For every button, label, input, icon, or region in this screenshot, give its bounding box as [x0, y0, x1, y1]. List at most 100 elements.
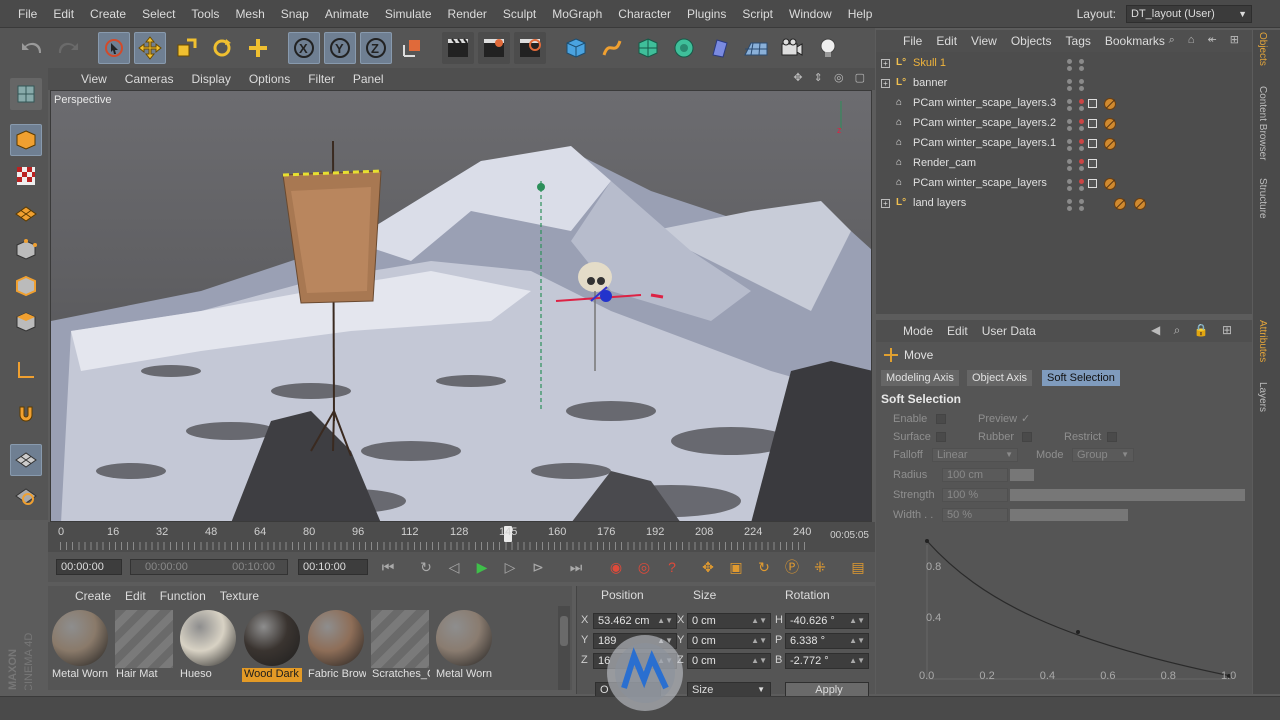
floor-scene-icon[interactable] — [740, 32, 772, 64]
perspective-viewport[interactable]: z Perspective — [50, 90, 872, 522]
viewport-menu-view[interactable]: View — [72, 72, 116, 86]
radius-slider[interactable] — [1010, 469, 1034, 481]
attribute-nav-icons[interactable]: ◀ ⌕ 🔒 ⊞ — [1144, 323, 1244, 338]
move-tool-icon[interactable] — [134, 32, 166, 64]
material-swatch[interactable]: Metal Worn — [434, 608, 494, 684]
rubber-checkbox[interactable] — [1022, 432, 1032, 442]
render-visibility-dot[interactable] — [1079, 146, 1084, 151]
editor-visibility-dot[interactable] — [1067, 59, 1072, 64]
expand-toggle-icon[interactable]: + — [881, 59, 890, 68]
axis-mode-icon[interactable] — [10, 354, 42, 386]
object-menu-objects[interactable]: Objects — [1004, 34, 1059, 48]
expand-toggle-icon[interactable]: + — [881, 79, 890, 88]
preview-checkmark[interactable]: ✓ — [1021, 412, 1030, 425]
editor-visibility-dot[interactable] — [1067, 119, 1072, 124]
workplane-icon[interactable] — [10, 198, 42, 230]
make-editable-icon[interactable] — [10, 78, 42, 110]
texture-tag-icon[interactable] — [1104, 118, 1116, 130]
menu-window[interactable]: Window — [781, 7, 840, 21]
go-to-end-icon[interactable]: ⏭ — [564, 555, 588, 579]
render-visibility-dot[interactable] — [1079, 106, 1084, 111]
viewport-nav-icons[interactable]: ✥ ⇕ ◎ ▢ — [793, 71, 869, 84]
spinner-icon[interactable]: ▲▼ — [849, 634, 865, 648]
width-slider[interactable] — [1010, 509, 1128, 521]
radius-field[interactable]: 100 cm — [942, 468, 1008, 482]
live-selection-icon[interactable] — [98, 32, 130, 64]
redo-icon[interactable] — [52, 32, 84, 64]
rotation-h-field[interactable]: -40.626 ° ▲▼ — [785, 613, 869, 629]
menu-select[interactable]: Select — [134, 7, 183, 21]
timeline-ruler[interactable]: 00:05:05 0 16 32 48 64 80 96 112 128 145 160 176 192… — [48, 522, 875, 552]
menu-tools[interactable]: Tools — [183, 7, 227, 21]
lock-workplane-icon[interactable] — [10, 444, 42, 476]
spinner-icon[interactable]: ▲▼ — [657, 614, 673, 628]
play-icon[interactable]: ▶ — [470, 555, 494, 579]
material-menu-texture[interactable]: Texture — [213, 589, 266, 603]
object-row[interactable]: + L° land layers — [876, 194, 1252, 214]
magnet-icon[interactable] — [10, 398, 42, 430]
size-z-field[interactable]: 0 cm ▲▼ — [687, 653, 771, 669]
render-tag-icon[interactable] — [1088, 99, 1097, 108]
editor-visibility-dot[interactable] — [1067, 166, 1072, 171]
render-visibility-dot[interactable] — [1079, 139, 1084, 144]
y-axis-lock-icon[interactable]: Y — [324, 32, 356, 64]
texture-tag-icon[interactable] — [1104, 178, 1116, 190]
menu-mesh[interactable]: Mesh — [227, 7, 272, 21]
object-menu-bookmarks[interactable]: Bookmarks — [1098, 34, 1172, 48]
menu-simulate[interactable]: Simulate — [377, 7, 440, 21]
points-mode-icon[interactable] — [10, 234, 42, 266]
falloff-dropdown[interactable]: Linear ▼ — [932, 448, 1018, 462]
render-visibility-dot[interactable] — [1079, 206, 1084, 211]
render-visibility-dot[interactable] — [1079, 66, 1084, 71]
light-icon[interactable] — [812, 32, 844, 64]
go-to-next-key-icon[interactable]: ⊳ — [526, 555, 550, 579]
time-range-slider[interactable]: 00:00:00 00:10:00 — [130, 559, 288, 575]
tab-soft-selection[interactable]: Soft Selection — [1042, 370, 1120, 386]
snap-settings-icon[interactable] — [10, 480, 42, 512]
menu-edit[interactable]: Edit — [45, 7, 82, 21]
dock-tab-layers[interactable]: Layers — [1257, 382, 1268, 412]
object-row[interactable]: + L° banner — [876, 74, 1252, 94]
model-mode-icon[interactable] — [10, 124, 42, 156]
subdivision-surface-icon[interactable] — [632, 32, 664, 64]
object-menu-view[interactable]: View — [964, 34, 1004, 48]
render-picture-viewer-icon[interactable] — [478, 32, 510, 64]
deformer-icon[interactable] — [704, 32, 736, 64]
material-swatch[interactable]: Hair Mat — [114, 608, 174, 684]
texture-tag-icon[interactable] — [1104, 138, 1116, 150]
material-menu-edit[interactable]: Edit — [118, 589, 153, 603]
object-row[interactable]: ⌂ PCam winter_scape_layers — [876, 174, 1252, 194]
width-field[interactable]: 50 % — [942, 508, 1008, 522]
object-row[interactable]: + L° Skull 1 — [876, 54, 1252, 74]
render-tag-icon[interactable] — [1088, 119, 1097, 128]
dock-tab-attributes[interactable]: Attributes — [1257, 320, 1268, 362]
camera-icon[interactable] — [776, 32, 808, 64]
strength-slider[interactable] — [1010, 489, 1245, 501]
cube-primitive-icon[interactable] — [560, 32, 592, 64]
rotate-tool-icon[interactable] — [206, 32, 238, 64]
cloner-icon[interactable] — [668, 32, 700, 64]
material-swatch[interactable]: Metal Worn — [50, 608, 110, 684]
keyframe-selection-icon[interactable]: ? — [660, 555, 684, 579]
render-visibility-dot[interactable] — [1079, 166, 1084, 171]
tab-modeling-axis[interactable]: Modeling Axis — [881, 370, 959, 386]
editor-visibility-dot[interactable] — [1067, 86, 1072, 91]
spinner-icon[interactable]: ▲▼ — [751, 634, 767, 648]
next-frame-icon[interactable]: ▷ — [498, 555, 522, 579]
editor-visibility-dot[interactable] — [1067, 206, 1072, 211]
enable-checkbox[interactable] — [936, 414, 946, 424]
key-rotation-icon[interactable]: ↻ — [752, 555, 776, 579]
viewport-menu-panel[interactable]: Panel — [344, 72, 393, 86]
falloff-curve-graph[interactable] — [921, 531, 1237, 687]
recent-tool-icon[interactable] — [242, 32, 274, 64]
editor-visibility-dot[interactable] — [1067, 106, 1072, 111]
editor-visibility-dot[interactable] — [1067, 79, 1072, 84]
material-menu-function[interactable]: Function — [153, 589, 213, 603]
material-swatch[interactable]: Scratches_C — [370, 608, 430, 684]
render-tag-icon[interactable] — [1088, 159, 1097, 168]
autokey-icon[interactable]: ◎ — [632, 555, 656, 579]
texture-mode-icon[interactable] — [10, 160, 42, 192]
previous-frame-icon[interactable]: ◁ — [442, 555, 466, 579]
menu-sculpt[interactable]: Sculpt — [495, 7, 544, 21]
attribute-menu-mode[interactable]: Mode — [896, 324, 940, 338]
